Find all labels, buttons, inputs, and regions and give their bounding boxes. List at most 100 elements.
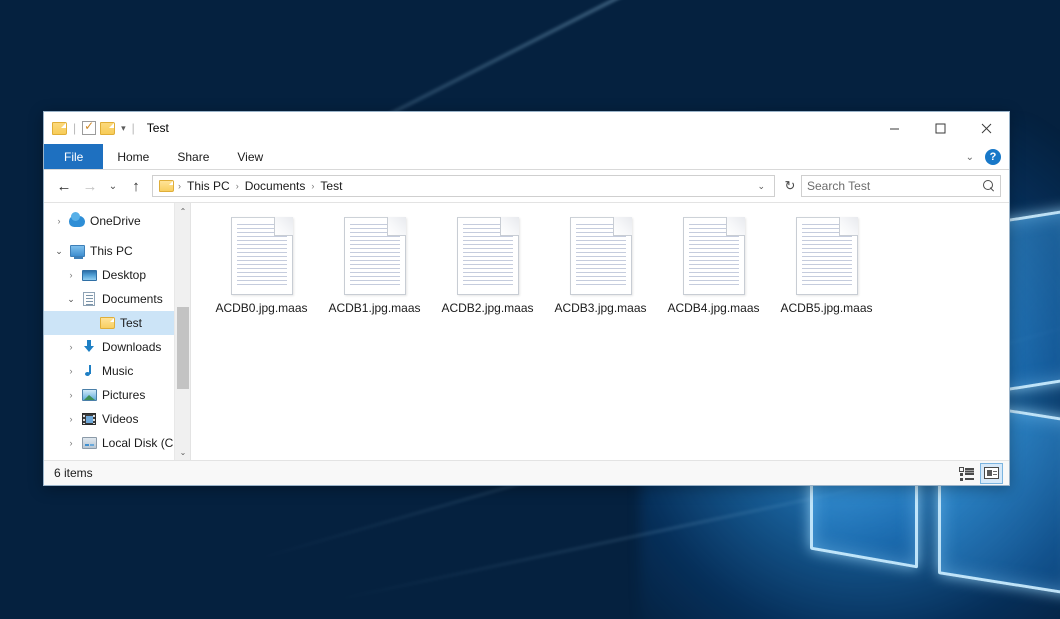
file-name-label: ACDB0.jpg.maas	[215, 301, 307, 315]
details-view-icon	[959, 467, 974, 479]
folder-tree: › OneDrive ⌄ This PC › Desktop	[44, 203, 190, 455]
document-fold-icon	[839, 217, 858, 236]
file-name-label: ACDB5.jpg.maas	[780, 301, 872, 315]
sidebar-item-onedrive[interactable]: › OneDrive	[44, 209, 190, 233]
file-grid: ACDB0.jpg.maas ACDB1.jpg.maas	[205, 213, 1003, 333]
file-icon-box	[450, 216, 526, 296]
disk-icon	[80, 437, 98, 449]
properties-checkbox-icon[interactable]	[82, 121, 96, 135]
sidebar-item-local-disk[interactable]: › Local Disk (C:)	[44, 431, 190, 455]
sidebar-item-test[interactable]: Test	[44, 311, 190, 335]
breadcrumb-separator: ›	[309, 181, 316, 191]
address-bar[interactable]: › This PC › Documents › Test ⌄	[152, 175, 775, 197]
file-item[interactable]: ACDB4.jpg.maas	[657, 213, 770, 333]
tab-share[interactable]: Share	[163, 144, 223, 169]
file-name-label: ACDB1.jpg.maas	[328, 301, 420, 315]
minimize-button[interactable]	[871, 112, 917, 144]
new-folder-icon[interactable]	[100, 122, 115, 135]
refresh-button[interactable]: ↻	[781, 174, 799, 198]
file-explorer-window: | ▾ | Test File Home	[43, 111, 1010, 486]
forward-button[interactable]: →	[78, 174, 102, 198]
details-view-button[interactable]	[955, 463, 978, 484]
file-item[interactable]: ACDB0.jpg.maas	[205, 213, 318, 333]
search-box[interactable]: Search Test	[801, 175, 1001, 197]
file-item[interactable]: ACDB3.jpg.maas	[544, 213, 657, 333]
sidebar-item-label: Local Disk (C:)	[102, 436, 181, 450]
sidebar-item-pictures[interactable]: › Pictures	[44, 383, 190, 407]
back-button[interactable]: ←	[52, 174, 76, 198]
document-fold-icon	[726, 217, 745, 236]
downloads-icon	[80, 340, 98, 354]
chevron-right-icon[interactable]: ›	[50, 216, 68, 226]
chevron-right-icon[interactable]: ›	[62, 414, 80, 424]
sidebar-item-this-pc[interactable]: ⌄ This PC	[44, 239, 190, 263]
sidebar-item-label: OneDrive	[90, 214, 141, 228]
breadcrumb-this-pc[interactable]: This PC	[183, 179, 234, 193]
search-input[interactable]: Search Test	[807, 179, 983, 193]
breadcrumb-test[interactable]: Test	[316, 179, 346, 193]
large-icons-view-button[interactable]	[980, 463, 1003, 484]
scroll-up-icon[interactable]: ⌃	[175, 203, 191, 219]
document-fold-icon	[274, 217, 293, 236]
tab-file[interactable]: File	[44, 144, 103, 169]
scrollbar-thumb[interactable]	[177, 307, 189, 389]
file-name-label: ACDB3.jpg.maas	[554, 301, 646, 315]
tab-home[interactable]: Home	[103, 144, 163, 169]
chevron-down-icon[interactable]: ⌄	[961, 152, 979, 163]
generic-document-icon	[231, 217, 293, 295]
system-menu-folder-icon[interactable]	[52, 122, 67, 135]
chevron-right-icon[interactable]: ›	[62, 438, 80, 448]
file-item[interactable]: ACDB1.jpg.maas	[318, 213, 431, 333]
file-name-label: ACDB2.jpg.maas	[441, 301, 533, 315]
folder-icon	[98, 317, 116, 329]
address-bar-row: ← → ⌄ ↑ › This PC › Documents › Test ⌄ ↻…	[44, 170, 1009, 202]
recent-locations-button[interactable]: ⌄	[104, 174, 122, 198]
item-count-label: 6 items	[54, 466, 93, 480]
sidebar-item-downloads[interactable]: › Downloads	[44, 335, 190, 359]
videos-icon	[80, 413, 98, 425]
generic-document-icon	[796, 217, 858, 295]
chevron-right-icon[interactable]: ›	[62, 270, 80, 280]
close-button[interactable]	[963, 112, 1009, 144]
navigation-pane-scrollbar[interactable]: ⌃ ⌄	[174, 203, 190, 460]
desktop-icon	[80, 270, 98, 281]
ribbon-tab-strip: File Home Share View ⌄ ?	[44, 144, 1009, 170]
sidebar-item-desktop[interactable]: › Desktop	[44, 263, 190, 287]
breadcrumb-documents[interactable]: Documents	[241, 179, 310, 193]
chevron-down-icon[interactable]: ⌄	[50, 246, 68, 257]
file-name-label: ACDB4.jpg.maas	[667, 301, 759, 315]
sidebar-item-videos[interactable]: › Videos	[44, 407, 190, 431]
address-folder-icon	[159, 180, 174, 192]
generic-document-icon	[683, 217, 745, 295]
sidebar-item-documents[interactable]: ⌄ Documents	[44, 287, 190, 311]
tab-view[interactable]: View	[223, 144, 277, 169]
file-icon-box	[224, 216, 300, 296]
title-bar: | ▾ | Test	[44, 112, 1009, 144]
explorer-body: › OneDrive ⌄ This PC › Desktop	[44, 202, 1009, 460]
sidebar-item-music[interactable]: › Music	[44, 359, 190, 383]
chevron-right-icon[interactable]: ›	[62, 366, 80, 376]
chevron-right-icon[interactable]: ›	[62, 342, 80, 352]
chevron-right-icon[interactable]: ›	[62, 390, 80, 400]
scroll-down-icon[interactable]: ⌄	[175, 444, 191, 460]
file-item[interactable]: ACDB5.jpg.maas	[770, 213, 883, 333]
music-icon	[80, 364, 98, 378]
document-fold-icon	[387, 217, 406, 236]
chevron-down-icon[interactable]: ⌄	[62, 294, 80, 305]
address-dropdown-icon[interactable]: ⌄	[752, 181, 770, 192]
file-list-area[interactable]: ACDB0.jpg.maas ACDB1.jpg.maas	[191, 203, 1009, 460]
chevron-down-icon[interactable]: ▾	[121, 123, 126, 134]
up-button[interactable]: ↑	[124, 174, 148, 198]
help-icon[interactable]: ?	[985, 149, 1001, 165]
search-icon	[983, 180, 995, 192]
navigation-pane: › OneDrive ⌄ This PC › Desktop	[44, 203, 191, 460]
file-icon-box	[789, 216, 865, 296]
pictures-icon	[80, 389, 98, 401]
desktop: | ▾ | Test File Home	[0, 0, 1060, 619]
maximize-button[interactable]	[917, 112, 963, 144]
document-fold-icon	[500, 217, 519, 236]
quick-access-toolbar: | ▾ |	[52, 121, 137, 135]
sidebar-item-label: Pictures	[102, 388, 145, 402]
window-controls	[871, 112, 1009, 144]
file-item[interactable]: ACDB2.jpg.maas	[431, 213, 544, 333]
